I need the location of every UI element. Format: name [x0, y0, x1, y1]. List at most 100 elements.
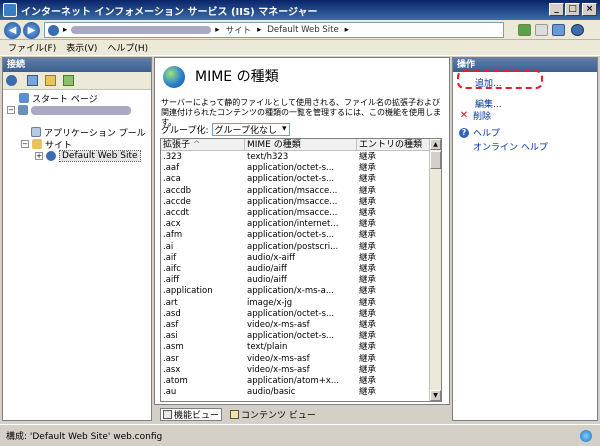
cell-mime-type: application/octet-s...: [247, 308, 335, 319]
group-by-bar: グループ化: グループ化なし ▾: [161, 122, 290, 136]
cell-mime-type: application/octet-s...: [247, 163, 335, 174]
col-mime-type[interactable]: MIME の種類: [245, 139, 357, 150]
help-icon[interactable]: [571, 24, 584, 36]
cell-extension: .ai: [163, 241, 174, 252]
table-row[interactable]: .asd application/octet-s... 継承: [161, 309, 431, 320]
sites-collapse-toggle[interactable]: −: [21, 140, 29, 148]
menu-help[interactable]: ヘルプ(H): [107, 41, 148, 54]
action-add[interactable]: 追加...: [475, 76, 502, 89]
table-row[interactable]: .aifc audio/aiff 継承: [161, 264, 431, 275]
table-row[interactable]: .aaf application/octet-s... 継承: [161, 163, 431, 174]
cell-extension: .atom: [163, 376, 188, 386]
cell-mime-type: application/octet-s...: [247, 331, 335, 342]
cell-entry-type: 継承: [359, 353, 377, 364]
cell-extension: .art: [163, 297, 178, 308]
feature-view: MIME の種類 サーバーによって静的ファイルとして使用される、ファイル名の拡張…: [154, 57, 450, 405]
action-delete[interactable]: ✕ 削除: [459, 109, 491, 122]
col-extension[interactable]: 拡張子 ^: [161, 139, 245, 150]
table-row[interactable]: .art image/x-jg 継承: [161, 298, 431, 309]
cell-entry-type: 継承: [359, 331, 377, 342]
action-online-help[interactable]: オンライン ヘルプ: [473, 140, 548, 153]
forward-button[interactable]: ▶: [23, 22, 40, 39]
back-button[interactable]: ◀: [4, 22, 21, 39]
table-row[interactable]: .aif audio/x-aiff 継承: [161, 253, 431, 264]
table-row[interactable]: .afm application/octet-s... 継承: [161, 230, 431, 241]
table-row[interactable]: .accde application/msacce... 継承: [161, 197, 431, 208]
table-row[interactable]: .aiff audio/aiff 継承: [161, 275, 431, 286]
table-row[interactable]: .ai application/postscri... 継承: [161, 242, 431, 253]
scroll-up-arrow[interactable]: ▲: [430, 139, 441, 150]
breadcrumb-sites[interactable]: サイト: [226, 24, 252, 36]
scroll-down-arrow[interactable]: ▼: [430, 390, 441, 401]
view-tabs: 機能ビュー コンテンツ ビュー: [154, 406, 450, 422]
cell-mime-type: audio/x-aiff: [247, 252, 295, 263]
cell-extension: .acx: [163, 219, 181, 230]
table-row[interactable]: .atom application/atom+x... 継承: [161, 376, 431, 387]
cell-entry-type: 継承: [359, 275, 377, 286]
cell-extension: .323: [163, 152, 182, 162]
action-delete-label: 削除: [473, 112, 492, 122]
tree-sites[interactable]: − サイト: [21, 138, 72, 151]
table-row[interactable]: .asx video/x-ms-asf 継承: [161, 365, 431, 376]
table-row[interactable]: .asi application/octet-s... 継承: [161, 331, 431, 342]
site-expand-toggle[interactable]: +: [35, 152, 43, 160]
cell-mime-type: application/msacce...: [247, 208, 338, 218]
minimize-button[interactable]: _: [549, 3, 564, 16]
home-icon[interactable]: [552, 24, 565, 36]
table-row[interactable]: .acx application/internet... 継承: [161, 219, 431, 230]
table-row[interactable]: .accdb application/msacce... 継承: [161, 186, 431, 197]
breadcrumb-default-web-site[interactable]: Default Web Site: [267, 25, 338, 35]
disconnect-icon[interactable]: [63, 75, 74, 86]
table-row[interactable]: .asr video/x-ms-asf 継承: [161, 354, 431, 365]
window-title: インターネット インフォメーション サービス (IIS) マネージャー: [21, 6, 318, 18]
table-row[interactable]: .accdt application/msacce... 継承: [161, 208, 431, 219]
address-box[interactable]: ▸ ▸ サイト ▸ Default Web Site ▸: [44, 22, 504, 38]
breadcrumb-sep-2: ▸: [215, 25, 220, 35]
network-status-icon: [580, 430, 592, 442]
sites-folder-icon: [32, 139, 42, 149]
refresh-icon[interactable]: [518, 24, 531, 36]
tab-content-view[interactable]: コンテンツ ビュー: [228, 408, 318, 421]
tab-features-view[interactable]: 機能ビュー: [160, 407, 223, 421]
table-row[interactable]: .asf video/x-ms-asf 継承: [161, 320, 431, 331]
status-bar: 構成: 'Default Web Site' web.config: [0, 424, 600, 446]
table-row[interactable]: .application application/x-ms-a... 継承: [161, 286, 431, 297]
tree-label-start-page: スタート ページ: [32, 94, 98, 105]
website-icon: [46, 151, 56, 161]
cell-extension: .accdb: [163, 185, 192, 196]
mime-grid[interactable]: 拡張子 ^ MIME の種類 エントリの種類 .323 text/h323 継承 .a…: [160, 138, 442, 402]
table-row[interactable]: .asm text/plain 継承: [161, 342, 431, 353]
tree-default-web-site[interactable]: + Default Web Site: [35, 150, 141, 162]
vertical-scrollbar[interactable]: ▲ ▼: [429, 139, 441, 401]
dropdown-arrow-icon: ▾: [281, 124, 287, 134]
up-folder-icon[interactable]: [45, 75, 56, 86]
group-by-value: グループ化なし: [214, 125, 277, 136]
group-by-select[interactable]: グループ化なし ▾: [211, 122, 290, 136]
scroll-thumb[interactable]: [430, 151, 441, 169]
table-row[interactable]: .323 text/h323 継承: [161, 152, 431, 163]
cell-mime-type: text/h323: [247, 152, 289, 162]
table-row[interactable]: .au audio/basic 継承: [161, 387, 431, 398]
tree-start-page[interactable]: スタート ページ: [19, 92, 98, 105]
cell-extension: .asm: [163, 342, 184, 353]
menu-file[interactable]: ファイル(F): [8, 41, 56, 54]
save-icon[interactable]: [27, 75, 38, 86]
menu-view[interactable]: 表示(V): [66, 41, 97, 54]
action-help[interactable]: ? ヘルプ: [459, 126, 500, 139]
cell-entry-type: 継承: [359, 152, 377, 162]
help-circle-icon: ?: [459, 127, 469, 138]
app-pools-icon: [31, 127, 41, 137]
close-button[interactable]: ×: [582, 3, 597, 16]
cell-extension: .au: [163, 387, 177, 398]
cell-mime-type: audio/aiff: [247, 264, 287, 274]
col-entry-type[interactable]: エントリの種類: [357, 139, 431, 150]
server-collapse-toggle[interactable]: −: [7, 106, 15, 114]
maximize-button[interactable]: □: [565, 3, 580, 16]
cell-mime-type: video/x-ms-asf: [247, 320, 310, 330]
connect-globe-icon[interactable]: [6, 75, 17, 86]
table-row[interactable]: .aca application/octet-s... 継承: [161, 174, 431, 185]
stop-icon[interactable]: [535, 24, 548, 36]
cell-mime-type: application/msacce...: [247, 185, 338, 196]
tree-server-node[interactable]: −: [7, 104, 131, 116]
tree-app-pools[interactable]: アプリケーション プール: [31, 126, 146, 139]
